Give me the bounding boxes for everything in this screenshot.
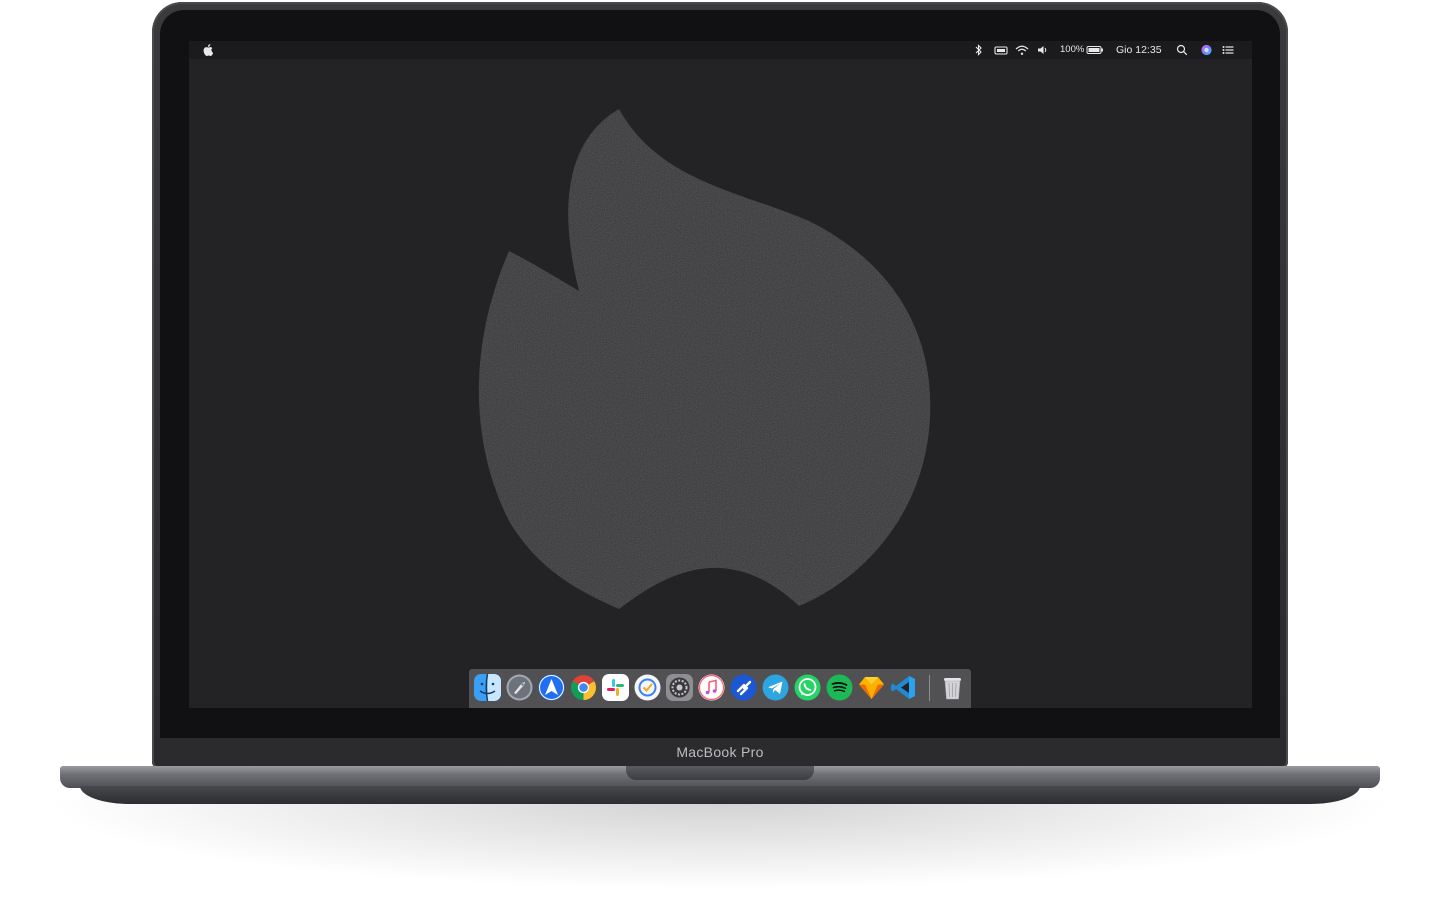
device-brand-label: MacBook Pro — [676, 744, 764, 760]
slack-icon[interactable] — [602, 674, 629, 701]
telegram-icon[interactable] — [762, 674, 789, 701]
spark-icon[interactable] — [538, 674, 565, 701]
itunes-icon[interactable] — [698, 674, 725, 701]
siri-icon[interactable] — [1200, 44, 1213, 56]
finder-icon[interactable] — [474, 674, 501, 701]
spotify-icon[interactable] — [826, 674, 853, 701]
vscode-icon[interactable] — [890, 674, 917, 701]
dock — [469, 669, 971, 708]
battery-percentage: 100% — [1060, 44, 1085, 55]
laptop-base-lower — [80, 786, 1360, 804]
things-icon[interactable] — [634, 674, 661, 701]
laptop-shadow — [40, 800, 1400, 890]
desktop-screen: 100% Gio 12:35 — [189, 41, 1252, 708]
menu-bar: 100% Gio 12:35 — [189, 41, 1252, 59]
menubar-clock[interactable]: Gio 12:35 — [1116, 44, 1162, 56]
volume-icon[interactable] — [1037, 44, 1049, 56]
sketch-icon[interactable] — [858, 674, 885, 701]
laptop-opening-notch — [626, 766, 814, 780]
bluetooth-icon[interactable] — [975, 44, 983, 56]
flame-grain — [478, 109, 931, 609]
whatsapp-icon[interactable] — [794, 674, 821, 701]
wifi-icon[interactable] — [1015, 44, 1029, 56]
chrome-icon[interactable] — [570, 674, 597, 701]
flame-wallpaper-icon — [478, 109, 931, 609]
notification-center-icon[interactable] — [1222, 44, 1235, 56]
jira-icon[interactable] — [730, 674, 757, 701]
battery-icon[interactable] — [1086, 44, 1104, 56]
trash-icon[interactable] — [939, 674, 966, 701]
apple-menu-icon[interactable] — [203, 44, 213, 56]
launchpad-icon[interactable] — [506, 674, 533, 701]
system-preferences-icon[interactable] — [666, 674, 693, 701]
dock-separator — [929, 675, 930, 701]
keyboard-icon[interactable] — [994, 44, 1008, 56]
search-icon[interactable] — [1176, 44, 1188, 56]
